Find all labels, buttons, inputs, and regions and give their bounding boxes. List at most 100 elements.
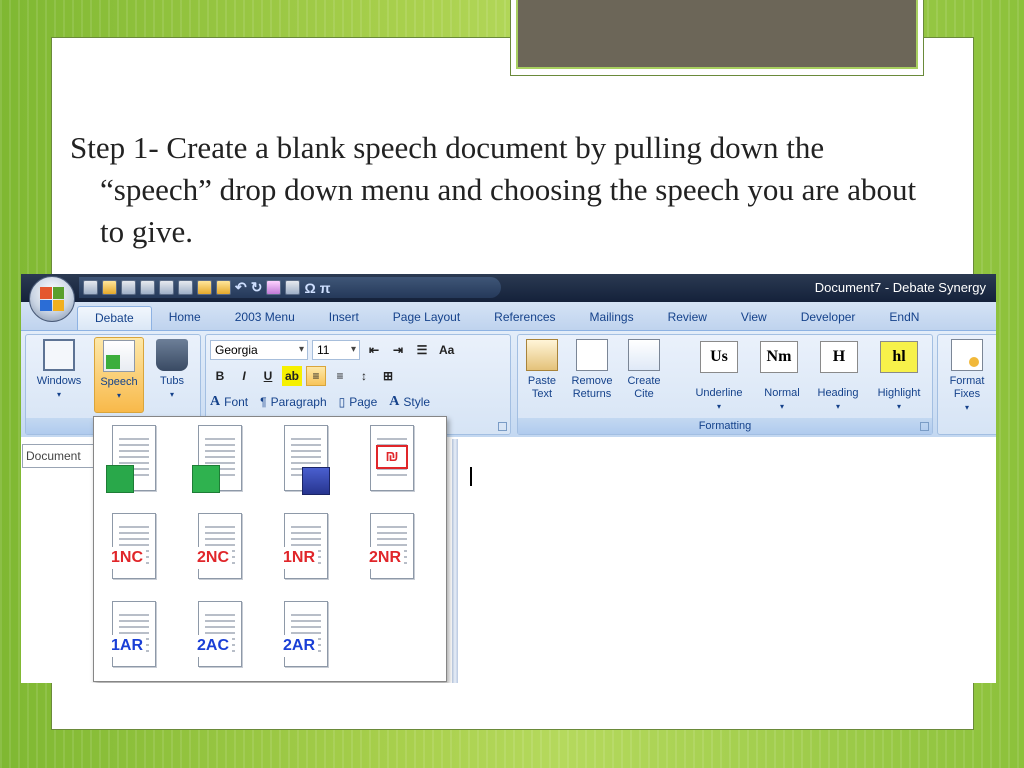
- font-dialog-launcher[interactable]: [498, 422, 507, 431]
- speech-icon: [103, 340, 135, 372]
- page-link-label: Page: [349, 395, 378, 409]
- tab-references[interactable]: References: [477, 306, 572, 330]
- font-link-label: Font: [224, 395, 249, 409]
- bold-button[interactable]: B: [210, 366, 230, 386]
- tab-2003-menu[interactable]: 2003 Menu: [218, 306, 312, 330]
- equation-icon[interactable]: π: [320, 280, 331, 296]
- redo-icon[interactable]: ↻: [251, 279, 263, 296]
- font-family-select[interactable]: Georgia: [210, 340, 308, 360]
- speech-button[interactable]: Speech ▾: [94, 337, 144, 413]
- speech-menu-item-1nr[interactable]: 1NR: [276, 511, 332, 585]
- chevron-down-icon: ▾: [835, 402, 840, 411]
- print-preview-icon[interactable]: [140, 280, 155, 295]
- document-icon: [112, 601, 156, 667]
- office-button[interactable]: [29, 276, 75, 322]
- tab-developer[interactable]: Developer: [784, 306, 873, 330]
- speech-menu-item-expand[interactable]: [190, 423, 246, 497]
- increase-indent-icon[interactable]: ⇥: [388, 340, 408, 360]
- office-logo-icon: [40, 287, 64, 311]
- highlight-color-icon[interactable]: ab: [282, 366, 303, 386]
- page-dialog-link[interactable]: ▯ Page: [339, 395, 378, 409]
- change-case-button[interactable]: Aa: [436, 340, 457, 360]
- new-document-icon[interactable]: [83, 280, 98, 295]
- tubs-label: Tubs: [159, 375, 185, 387]
- format-fixes-label: Format Fixes: [949, 375, 985, 400]
- align-center-icon[interactable]: ≡: [330, 366, 350, 386]
- speech-menu-item-2nc[interactable]: 2NC: [190, 511, 246, 585]
- speech-menu-item-2ac[interactable]: 2AC: [190, 599, 246, 673]
- font-size-select[interactable]: 11: [312, 340, 360, 360]
- windows-button[interactable]: Windows ▾: [30, 337, 88, 401]
- picture-icon[interactable]: [285, 280, 301, 295]
- tab-view[interactable]: View: [724, 306, 784, 330]
- align-left-icon[interactable]: ≡: [306, 366, 327, 386]
- formatting-group-label: Formatting: [518, 418, 932, 434]
- speech-menu-item-save[interactable]: [276, 423, 332, 497]
- tab-mailings[interactable]: Mailings: [573, 306, 651, 330]
- chevron-down-icon: ▾: [716, 402, 721, 411]
- speech-menu-item-2nr[interactable]: 2NR: [362, 511, 418, 585]
- bullets-icon[interactable]: ☰: [412, 340, 432, 360]
- chevron-down-icon: ▾: [56, 390, 61, 399]
- format-fixes-button[interactable]: Format Fixes ▾: [942, 337, 992, 414]
- paste-icon[interactable]: [197, 280, 212, 295]
- create-cite-icon: [628, 339, 660, 371]
- borders-icon[interactable]: ⊞: [378, 366, 398, 386]
- underline-style-label-button[interactable]: Underline ▾: [684, 387, 754, 413]
- save-icon[interactable]: [121, 280, 136, 295]
- tab-endnote[interactable]: EndN: [872, 306, 936, 330]
- undo-icon[interactable]: ↶: [235, 279, 247, 296]
- highlight-style-label-button[interactable]: Highlight ▾: [868, 387, 930, 413]
- chevron-down-icon: ▾: [896, 402, 901, 411]
- heading-style-button[interactable]: H: [820, 341, 858, 373]
- tab-review[interactable]: Review: [651, 306, 724, 330]
- font-dialog-link[interactable]: A Font: [210, 394, 248, 410]
- underline-style-button[interactable]: Us: [700, 341, 738, 373]
- paragraph-dialog-link[interactable]: ¶ Paragraph: [260, 395, 327, 409]
- pane-splitter[interactable]: [452, 439, 458, 683]
- document-icon: [198, 513, 242, 579]
- ribbon-tabs: Debate Home 2003 Menu Insert Page Layout…: [21, 302, 996, 330]
- tubs-button[interactable]: Tubs ▾: [150, 337, 194, 401]
- chevron-down-icon: ▾: [116, 391, 121, 400]
- document-icon: [370, 513, 414, 579]
- speech-menu-item-2ar[interactable]: 2AR: [276, 599, 332, 673]
- speech-menu-item-new[interactable]: [104, 423, 160, 497]
- highlight-style-button[interactable]: hl: [880, 341, 918, 373]
- tubs-icon: [156, 339, 188, 371]
- style-dialog-link[interactable]: A Style: [389, 394, 430, 410]
- symbol-icon[interactable]: Ω: [304, 280, 315, 296]
- italic-button[interactable]: I: [234, 366, 254, 386]
- underline-button[interactable]: U: [258, 366, 278, 386]
- font-controls: Georgia 11 ⇤ ⇥ ☰ Aa B I U ab ≡ ≡ ↕ ⊞: [210, 339, 506, 417]
- normal-style-button[interactable]: Nm: [760, 341, 798, 373]
- zoom-icon[interactable]: [178, 280, 193, 295]
- decrease-indent-icon[interactable]: ⇤: [364, 340, 384, 360]
- speech-menu-item-1ar[interactable]: 1AR: [104, 599, 160, 673]
- expand-speech-icon: [192, 465, 220, 493]
- create-cite-button[interactable]: Create Cite: [622, 337, 666, 401]
- formatting-dialog-launcher[interactable]: [920, 422, 929, 431]
- heading-style-label-button[interactable]: Heading ▾: [810, 387, 866, 413]
- speech-menu-item-1nc[interactable]: 1NC: [104, 511, 160, 585]
- tab-home[interactable]: Home: [152, 306, 218, 330]
- underline-style-label: Underline: [695, 387, 743, 399]
- tab-insert[interactable]: Insert: [312, 306, 376, 330]
- title-bar: ↶ ↻ Ω π Document7 - Debate Synergy: [21, 274, 996, 302]
- tab-debate[interactable]: Debate: [77, 306, 152, 330]
- tab-page-layout[interactable]: Page Layout: [376, 306, 477, 330]
- speech-menu-item-shekel[interactable]: ₪: [362, 423, 418, 497]
- document-icon: [112, 513, 156, 579]
- print-icon[interactable]: [159, 280, 174, 295]
- normal-style-label-button[interactable]: Normal ▾: [756, 387, 808, 413]
- spelling-icon[interactable]: [266, 280, 282, 295]
- line-spacing-icon[interactable]: ↕: [354, 366, 374, 386]
- new-speech-icon: [106, 465, 134, 493]
- paste-text-button[interactable]: Paste Text: [522, 337, 562, 401]
- create-cite-label: Create Cite: [627, 375, 661, 400]
- clipboard-icon[interactable]: [216, 280, 231, 295]
- speech-label-1nr: 1NR: [280, 547, 319, 569]
- remove-returns-button[interactable]: Remove Returns: [568, 337, 616, 401]
- open-folder-icon[interactable]: [102, 280, 117, 295]
- speech-label-1ar: 1AR: [108, 635, 147, 657]
